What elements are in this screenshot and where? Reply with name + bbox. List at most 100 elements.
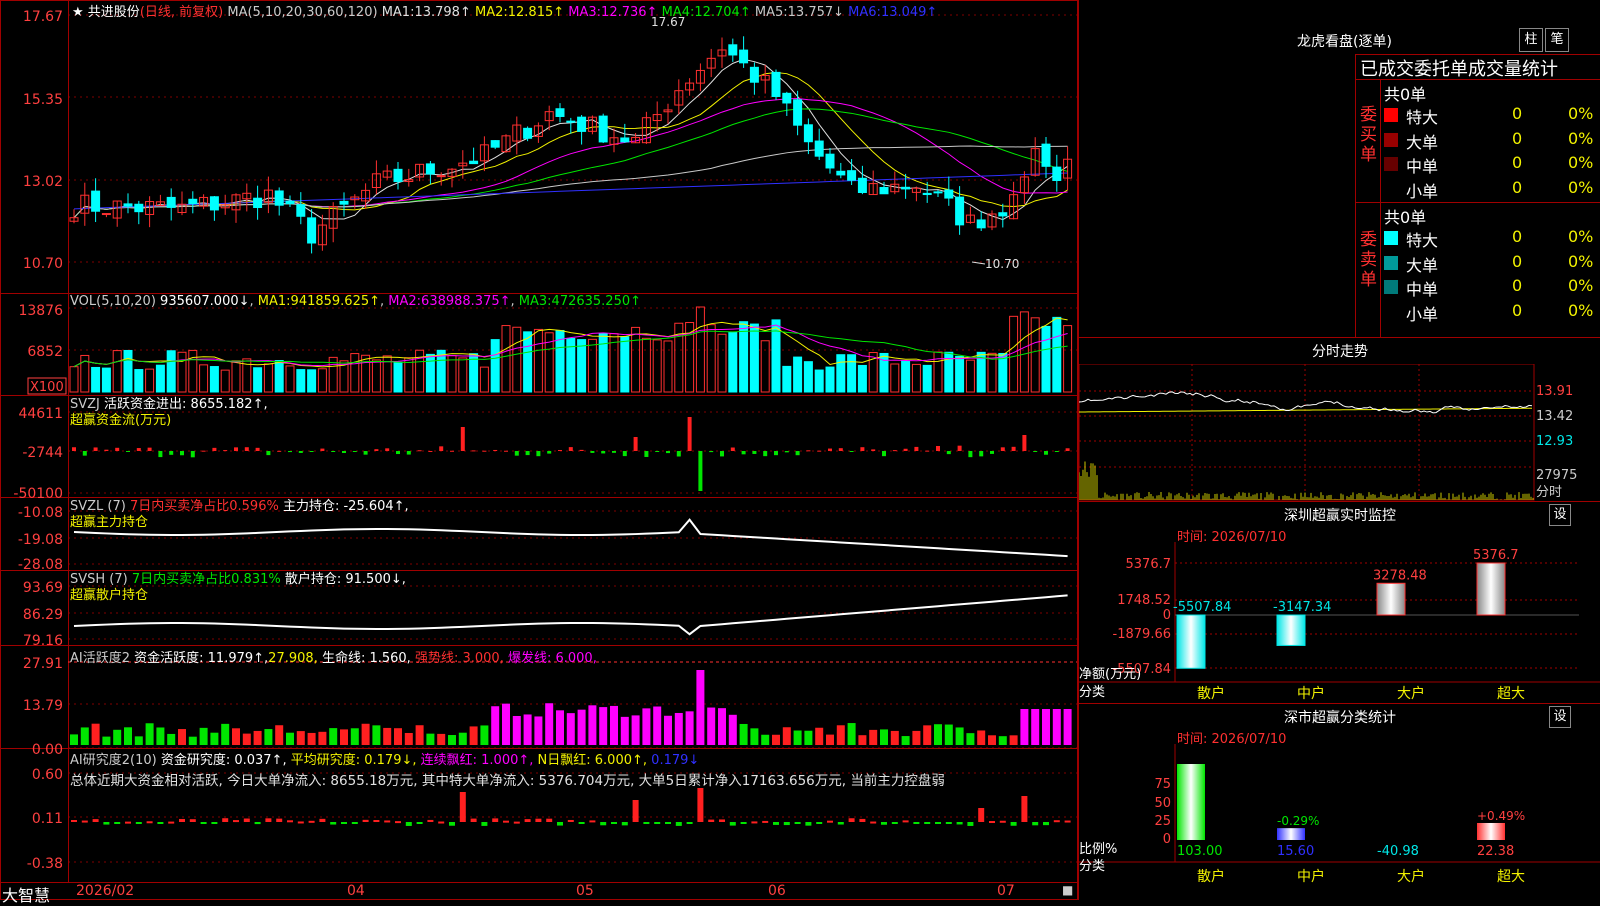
price-tick: 17.67 [23, 9, 63, 25]
net-flow-bar [1176, 614, 1206, 669]
volume-bar [371, 359, 381, 393]
order-count: 0 [1512, 251, 1523, 271]
fund-flow-bar [741, 451, 746, 455]
order-type: 大单 [1406, 132, 1439, 152]
volume-bar [1041, 325, 1051, 393]
volume-bar [577, 339, 587, 393]
candle [847, 170, 857, 181]
sell-total: 共0单 [1384, 208, 1427, 227]
x-label: 05 [576, 883, 594, 899]
candle [901, 186, 911, 190]
research-bar [848, 818, 855, 822]
sz-monitor-chart[interactable]: 5376.7 1748.52 0 -1879.66 -5507.84 -5507… [1079, 542, 1600, 702]
activity-bar [566, 713, 575, 745]
research-bar [524, 819, 531, 822]
sz-class-settings-button[interactable]: 设 [1549, 706, 1571, 728]
order-count: 0 [1512, 153, 1523, 172]
lock-icon[interactable]: ■ [1062, 883, 1073, 897]
fund-flow-bar [514, 451, 519, 456]
order-row: 中单 0 0% [1382, 153, 1600, 176]
volume-bar [998, 352, 1008, 393]
research-bar [114, 822, 121, 824]
research-bar [233, 820, 239, 823]
candle [771, 71, 781, 97]
volume-bar [155, 364, 165, 393]
intraday-chart[interactable]: 13.91 13.42 12.93 27975 分时 [1079, 364, 1600, 502]
fund-flow-bar [352, 451, 357, 452]
sz-monitor-unit: 净额(万元) [1079, 667, 1141, 682]
activity-bar [977, 730, 986, 745]
activity-bar [178, 729, 186, 745]
bar-view-button[interactable]: 柱 [1519, 28, 1543, 52]
svzj-subtitle: 超赢资金流(万元) [70, 413, 172, 428]
activity-bar [610, 705, 618, 745]
svzl-tick: -28.08 [18, 557, 63, 573]
order-stats-title: 已成交委托单成交量统计 [1360, 59, 1558, 80]
volume-bar [263, 363, 273, 393]
activity-bar [124, 727, 132, 745]
fund-flow-bar [752, 451, 757, 454]
research-bar [956, 822, 963, 825]
research-bar [729, 822, 736, 826]
activity-bar [1042, 709, 1050, 745]
stock-name[interactable]: 共进股份 [88, 5, 140, 20]
research-bar [837, 822, 844, 825]
activity-bar [512, 715, 521, 745]
volume-bar [890, 363, 900, 393]
low-label: 10.70 [985, 257, 1019, 271]
order-count: 0 [1512, 276, 1523, 295]
fund-flow-bar [946, 451, 951, 455]
candle [274, 190, 284, 206]
activity-bar [642, 708, 651, 745]
research-bar [783, 822, 790, 826]
activity-bar [210, 732, 219, 745]
activity-bar [70, 734, 78, 745]
fund-flow-bar [1054, 451, 1059, 452]
price-tick: 15.35 [23, 92, 63, 108]
candle [566, 120, 576, 123]
ai-active-b: 27.908, [268, 651, 318, 666]
research-bar [351, 822, 358, 824]
intraday-panel[interactable]: 分时走势 13.91 13.42 12.93 27975 分时 [1079, 337, 1600, 502]
order-pct: 0% [1568, 177, 1594, 197]
candle [253, 197, 263, 209]
order-type: 中单 [1406, 157, 1439, 176]
research-bar [654, 822, 661, 824]
vol-ma-label: MA1: [257, 294, 291, 309]
volume-bar [922, 364, 932, 393]
net-flow-label: -3147.34 [1273, 600, 1331, 615]
activity-bar [664, 715, 672, 745]
order-pct: 0% [1568, 104, 1594, 123]
star-icon[interactable]: ★ [72, 5, 84, 20]
volume-bar [188, 349, 198, 393]
research-bar [449, 822, 455, 826]
net-flow-label: 5376.7 [1473, 548, 1519, 563]
svzl-ratio: 7日内买卖净占比0.596% [129, 499, 279, 514]
sz-class-value: 15.60 [1277, 844, 1314, 859]
sz-monitor-settings-button[interactable]: 设 [1549, 504, 1571, 526]
research-bar [1032, 822, 1039, 826]
research-bar [881, 822, 887, 825]
volume-bar [350, 353, 360, 393]
volume-bar [112, 350, 122, 393]
vol-ma-value: 638988.375↑ [421, 294, 511, 309]
research-bar [254, 822, 261, 825]
vol-ma-label: MA3: [518, 294, 552, 309]
fund-flow-bar [882, 451, 886, 457]
fund-flow-bar [558, 449, 562, 451]
research-bar [211, 822, 218, 824]
activity-bar [491, 706, 500, 745]
order-stats: 已成交委托单成交量统计 委买单 共0单 特大 0 0% 大单 0 0% 中单 0 0% 小单 0 0%… [1355, 54, 1600, 337]
activity-bar [242, 733, 251, 745]
research-bar [265, 818, 272, 822]
candle [976, 219, 986, 229]
activity-bar [361, 723, 370, 745]
brand-label[interactable]: 大智慧 [2, 882, 50, 906]
research-bar [125, 821, 131, 824]
volume-bar [317, 368, 327, 393]
candle [955, 196, 965, 226]
sz-class-chart[interactable]: 75 50 25 0 -0.29% +0.49% 比例% 分类 103.00 15… [1079, 744, 1600, 901]
activity-bar [372, 725, 381, 745]
research-bar [913, 822, 920, 824]
tick-view-button[interactable]: 笔 [1545, 28, 1569, 52]
